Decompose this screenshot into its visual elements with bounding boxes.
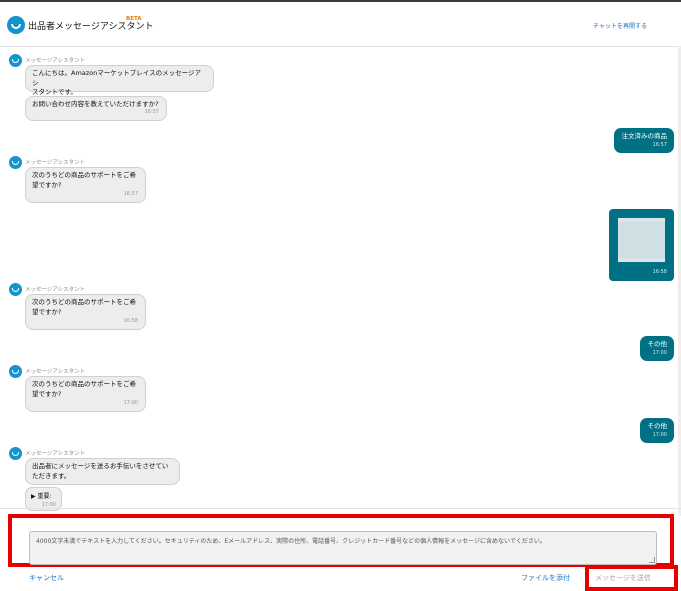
assistant-message: 出品者にメッセージを送るお手伝いをさせてい ただきます。 — [25, 458, 180, 485]
message-sender: メッセージアシスタント — [25, 160, 86, 166]
product-image — [618, 218, 665, 262]
message-input-placeholder: 4000文字未満でテキストを入力してください。セキュリティのため、Eメールアドレ… — [36, 538, 546, 545]
assistant-message: お問い合わせ内容を教えていただけますか? 16:57 — [25, 96, 167, 121]
attach-file-button[interactable]: ファイルを添付 — [521, 573, 570, 583]
user-message: その他 17:00 — [640, 336, 674, 361]
assistant-message: こんにちは。Amazonマーケットプレイスのメッセージアシ スタントです。 — [25, 65, 214, 96]
message-text-line: こんにちは。Amazonマーケットプレイスのメッセージアシ — [32, 69, 201, 87]
message-text-line: 望ですか? — [32, 307, 62, 316]
send-message-button[interactable]: メッセージを送信 — [595, 573, 651, 583]
message-text-line: お問い合わせ内容を教えていただけますか? — [32, 100, 159, 108]
message-text-line: 次のうちどの商品のサポートをご希 — [32, 298, 136, 306]
important-toggle-label[interactable]: ▶ 重要: — [31, 491, 52, 500]
assistant-message: 次のうちどの商品のサポートをご希 望ですか? 16:57 — [25, 167, 146, 203]
message-time: 17:00 — [123, 399, 138, 406]
user-message: 注文済みの商品 16:57 — [614, 128, 674, 153]
message-input[interactable]: 4000文字未満でテキストを入力してください。セキュリティのため、Eメールアドレ… — [29, 531, 657, 565]
user-image-message[interactable]: 16:58 — [609, 209, 674, 281]
user-message: その他 17:00 — [640, 418, 674, 443]
message-text: 注文済みの商品 — [621, 132, 668, 140]
assistant-logo-icon — [7, 16, 25, 34]
message-time: 17:00 — [652, 432, 667, 438]
assistant-message: 次のうちどの商品のサポートをご希 望ですか? 16:58 — [25, 294, 146, 330]
chat-header: 出品者メッセージアシスタント BETA チャットを再開する — [0, 2, 681, 47]
message-time: 16:57 — [123, 190, 138, 197]
input-divider — [0, 508, 681, 509]
restart-chat-link[interactable]: チャットを再開する — [593, 21, 647, 30]
assistant-avatar-icon — [9, 365, 22, 378]
assistant-avatar-icon — [9, 447, 22, 460]
message-text-line: 望ですか? — [32, 180, 62, 189]
assistant-avatar-icon — [9, 156, 22, 169]
assistant-message: 次のうちどの商品のサポートをご希 望ですか? 17:00 — [25, 376, 146, 412]
message-text-line: 次のうちどの商品のサポートをご希 — [32, 380, 136, 388]
message-text-line: 出品者にメッセージを送るお手伝いをさせてい — [32, 462, 169, 470]
message-time: 17:00 — [652, 350, 667, 356]
message-time: 16:57 — [144, 108, 159, 115]
assistant-avatar-icon — [9, 54, 22, 67]
message-time: 16:58 — [123, 317, 138, 324]
message-text: その他 — [647, 422, 668, 430]
message-text-line: 望ですか? — [32, 389, 62, 398]
message-text-line: 次のうちどの商品のサポートをご希 — [32, 171, 136, 179]
message-sender: メッセージアシスタント — [25, 58, 86, 64]
message-sender: メッセージアシスタント — [25, 287, 86, 293]
beta-badge: BETA — [126, 16, 142, 22]
message-sender: メッセージアシスタント — [25, 451, 86, 457]
message-text-line: ただきます。 — [32, 471, 71, 480]
resize-handle-icon[interactable] — [649, 557, 655, 563]
assistant-avatar-icon — [9, 283, 22, 296]
message-time: 16:58 — [652, 269, 667, 275]
message-text: その他 — [647, 340, 668, 348]
message-time: 16:57 — [652, 142, 667, 148]
message-sender: メッセージアシスタント — [25, 369, 86, 375]
cancel-button[interactable]: キャンセル — [29, 573, 64, 583]
